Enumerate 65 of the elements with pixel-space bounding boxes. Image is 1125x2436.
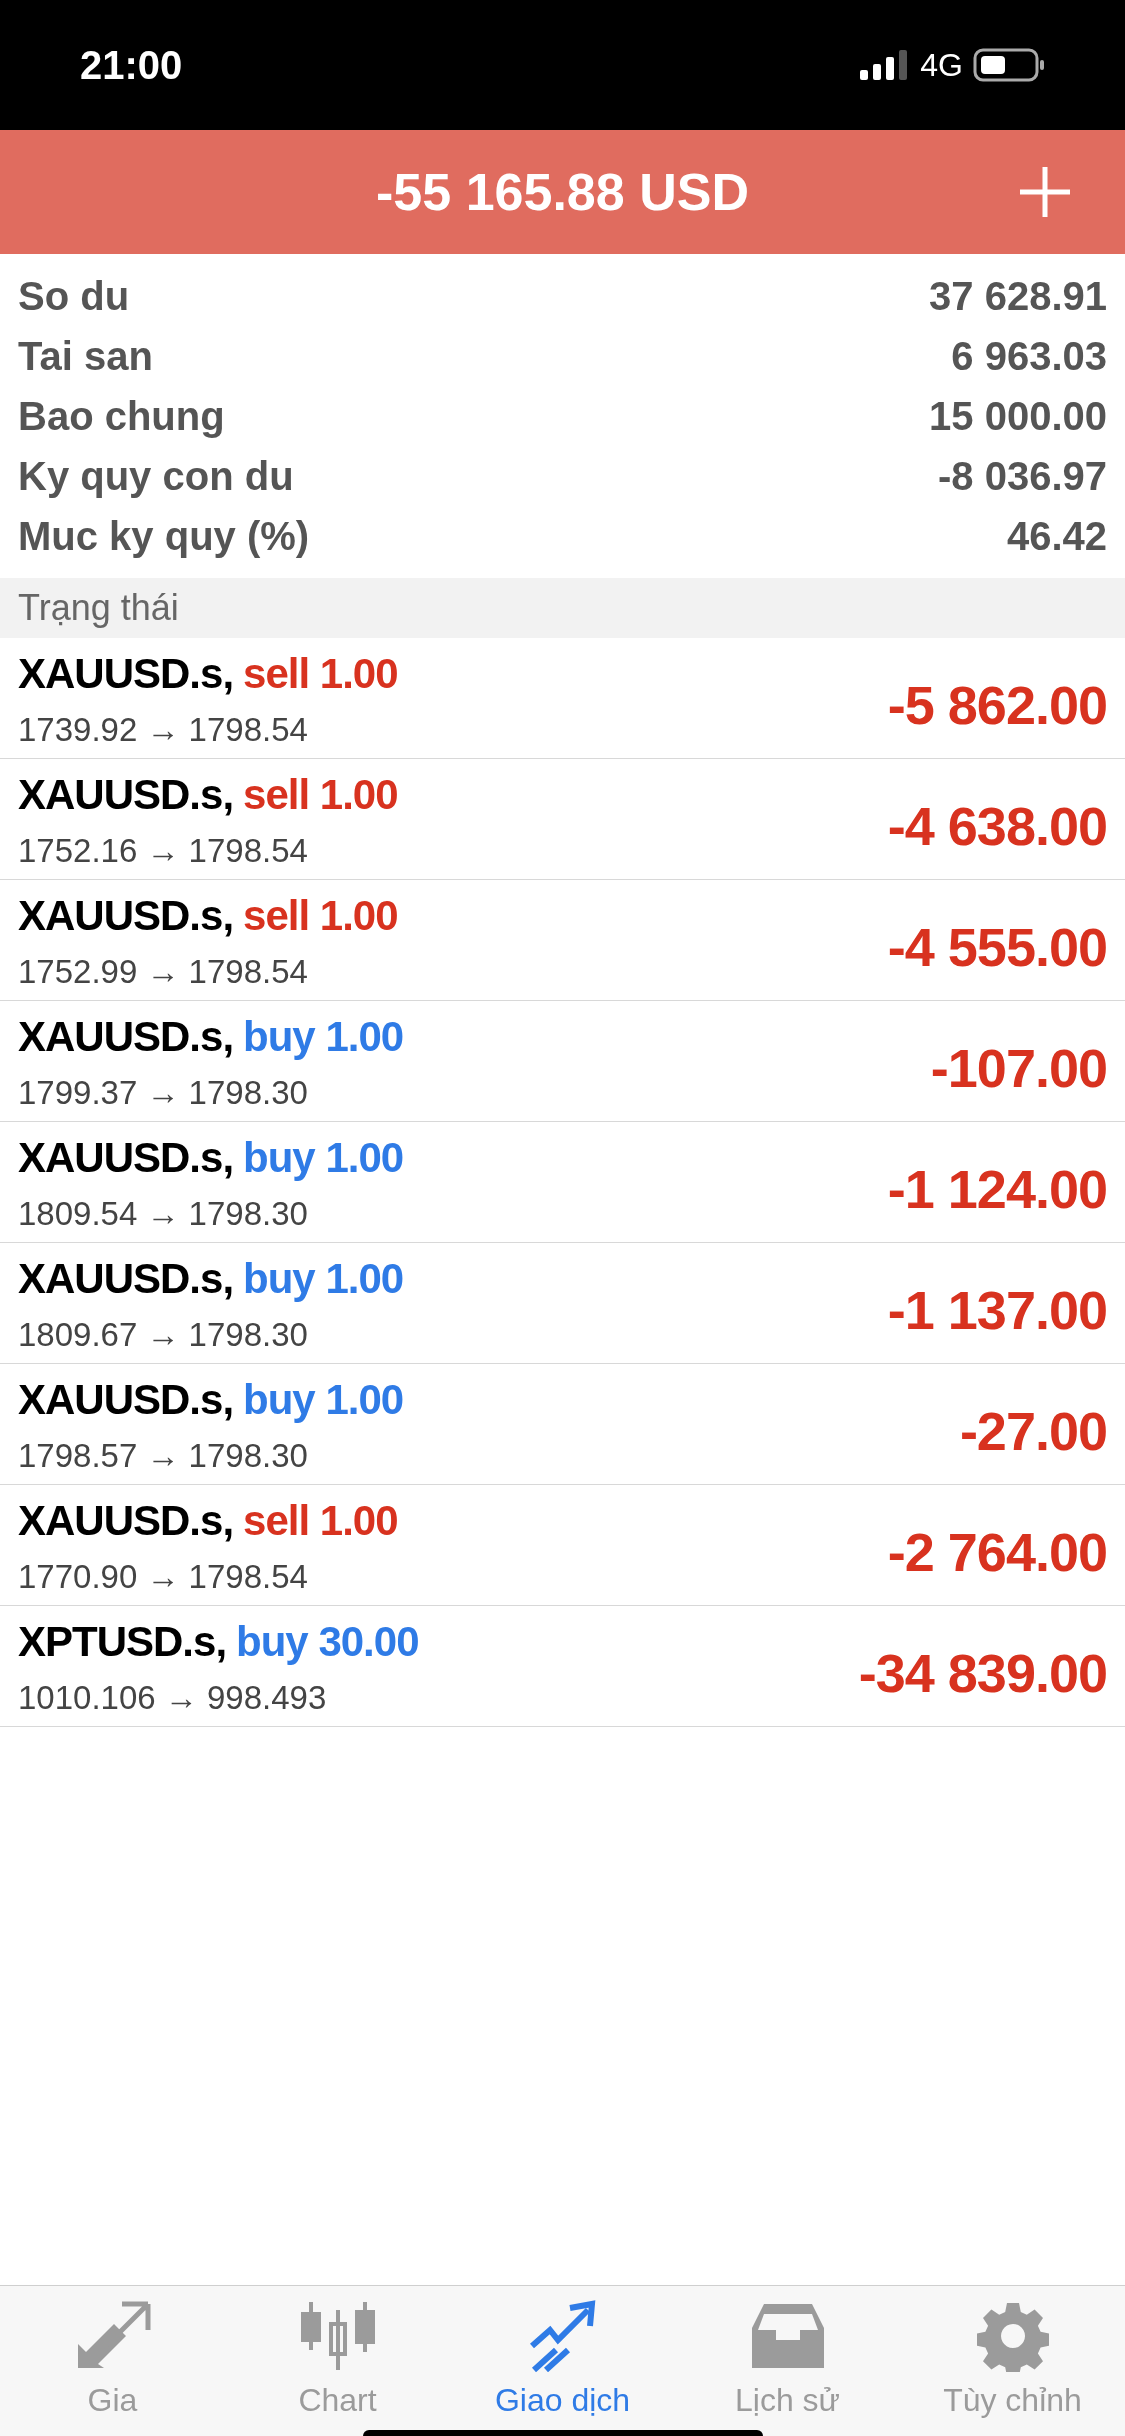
tab[interactable]: Giao dịch: [462, 2300, 663, 2424]
order-type: buy 1.00: [243, 1132, 404, 1183]
price-change: 1739.92 → 1798.54: [18, 709, 309, 750]
trend-icon: [527, 2300, 598, 2372]
price-change: 1010.106 → 998.493: [18, 1677, 328, 1718]
position-row[interactable]: XAUUSD.s, buy 1.00 1799.37 → 1798.30 -107.00: [0, 1001, 1125, 1122]
order-type: sell 1.00: [243, 648, 398, 699]
profit-value: -27.00: [959, 1399, 1107, 1463]
summary-value: 37 628.91: [929, 273, 1107, 320]
profit-value: -1 137.00: [887, 1278, 1107, 1342]
position-row[interactable]: XAUUSD.s, sell 1.00 1739.92 → 1798.54 -5 862.00: [0, 638, 1125, 759]
symbol: XAUUSD.s,: [18, 1374, 234, 1425]
summary-value: 46.42: [1006, 513, 1107, 560]
total-profit: -55 165.88 USD: [376, 162, 749, 223]
symbol: XAUUSD.s,: [18, 648, 234, 699]
symbol: XAUUSD.s,: [18, 1132, 234, 1183]
order-type: buy 30.00: [236, 1616, 419, 1667]
summary-value: 6 963.03: [951, 333, 1107, 380]
profit-value: -107.00: [930, 1036, 1107, 1100]
profit-value: -34 839.00: [858, 1641, 1107, 1705]
price-change: 1752.99 → 1798.54: [18, 951, 309, 992]
clock: 21:00: [80, 42, 183, 89]
battery-icon: [973, 48, 1045, 82]
order-type: buy 1.00: [243, 1253, 404, 1304]
symbol: XPTUSD.s,: [18, 1616, 227, 1667]
price-change: 1809.54 → 1798.30: [18, 1193, 309, 1234]
section-title: Trạng thái: [18, 586, 179, 630]
price-change: 1752.16 → 1798.54: [18, 830, 309, 871]
price-change: 1770.90 → 1798.54: [18, 1556, 309, 1597]
price-change: 1798.57 → 1798.30: [18, 1435, 309, 1476]
candlestick-icon: [298, 2300, 377, 2372]
order-type: sell 1.00: [243, 890, 398, 941]
position-row[interactable]: XAUUSD.s, sell 1.00 1770.90 → 1798.54 -2 764.00: [0, 1485, 1125, 1606]
profit-value: -4 638.00: [887, 794, 1107, 858]
settings-icon: [976, 2300, 1049, 2372]
profit-value: -5 862.00: [887, 673, 1107, 737]
position-row[interactable]: XAUUSD.s, buy 1.00 1809.67 → 1798.30 -1 137.00: [0, 1243, 1125, 1364]
order-type: buy 1.00: [243, 1011, 404, 1062]
order-type: sell 1.00: [243, 769, 398, 820]
summary-value: -8 036.97: [937, 453, 1107, 500]
symbol: XAUUSD.s,: [18, 1011, 234, 1062]
profit-value: -2 764.00: [887, 1520, 1107, 1584]
summary-value: 15 000.00: [929, 393, 1107, 440]
position-row[interactable]: XAUUSD.s, buy 1.00 1798.57 → 1798.30 -27.00: [0, 1364, 1125, 1485]
position-row[interactable]: XPTUSD.s, buy 30.00 1010.106 → 998.493 -34 839.00: [0, 1606, 1125, 1727]
symbol: XAUUSD.s,: [18, 769, 234, 820]
profit-value: -1 124.00: [887, 1157, 1107, 1221]
price-change: 1799.37 → 1798.30: [18, 1072, 309, 1113]
network-label: 4G: [920, 46, 963, 85]
position-row[interactable]: XAUUSD.s, buy 1.00 1809.54 → 1798.30 -1 124.00: [0, 1122, 1125, 1243]
position-row[interactable]: XAUUSD.s, sell 1.00 1752.16 → 1798.54 -4 638.00: [0, 759, 1125, 880]
profit-value: -4 555.00: [887, 915, 1107, 979]
order-type: sell 1.00: [243, 1495, 398, 1546]
summary-label: Muc ky quy (%): [18, 513, 310, 560]
summary-label: Tai san: [18, 333, 153, 380]
symbol: XAUUSD.s,: [18, 890, 234, 941]
price-change: 1809.67 → 1798.30: [18, 1314, 309, 1355]
position-row[interactable]: XAUUSD.s, sell 1.00 1752.99 → 1798.54 -4 555.00: [0, 880, 1125, 1001]
summary-label: Ky quy con du: [18, 453, 294, 500]
summary-label: Bao chung: [18, 393, 225, 440]
plus-icon: [1018, 165, 1072, 219]
summary-label: So du: [18, 273, 130, 320]
symbol: XAUUSD.s,: [18, 1253, 234, 1304]
symbol: XAUUSD.s,: [18, 1495, 234, 1546]
order-type: buy 1.00: [243, 1374, 404, 1425]
